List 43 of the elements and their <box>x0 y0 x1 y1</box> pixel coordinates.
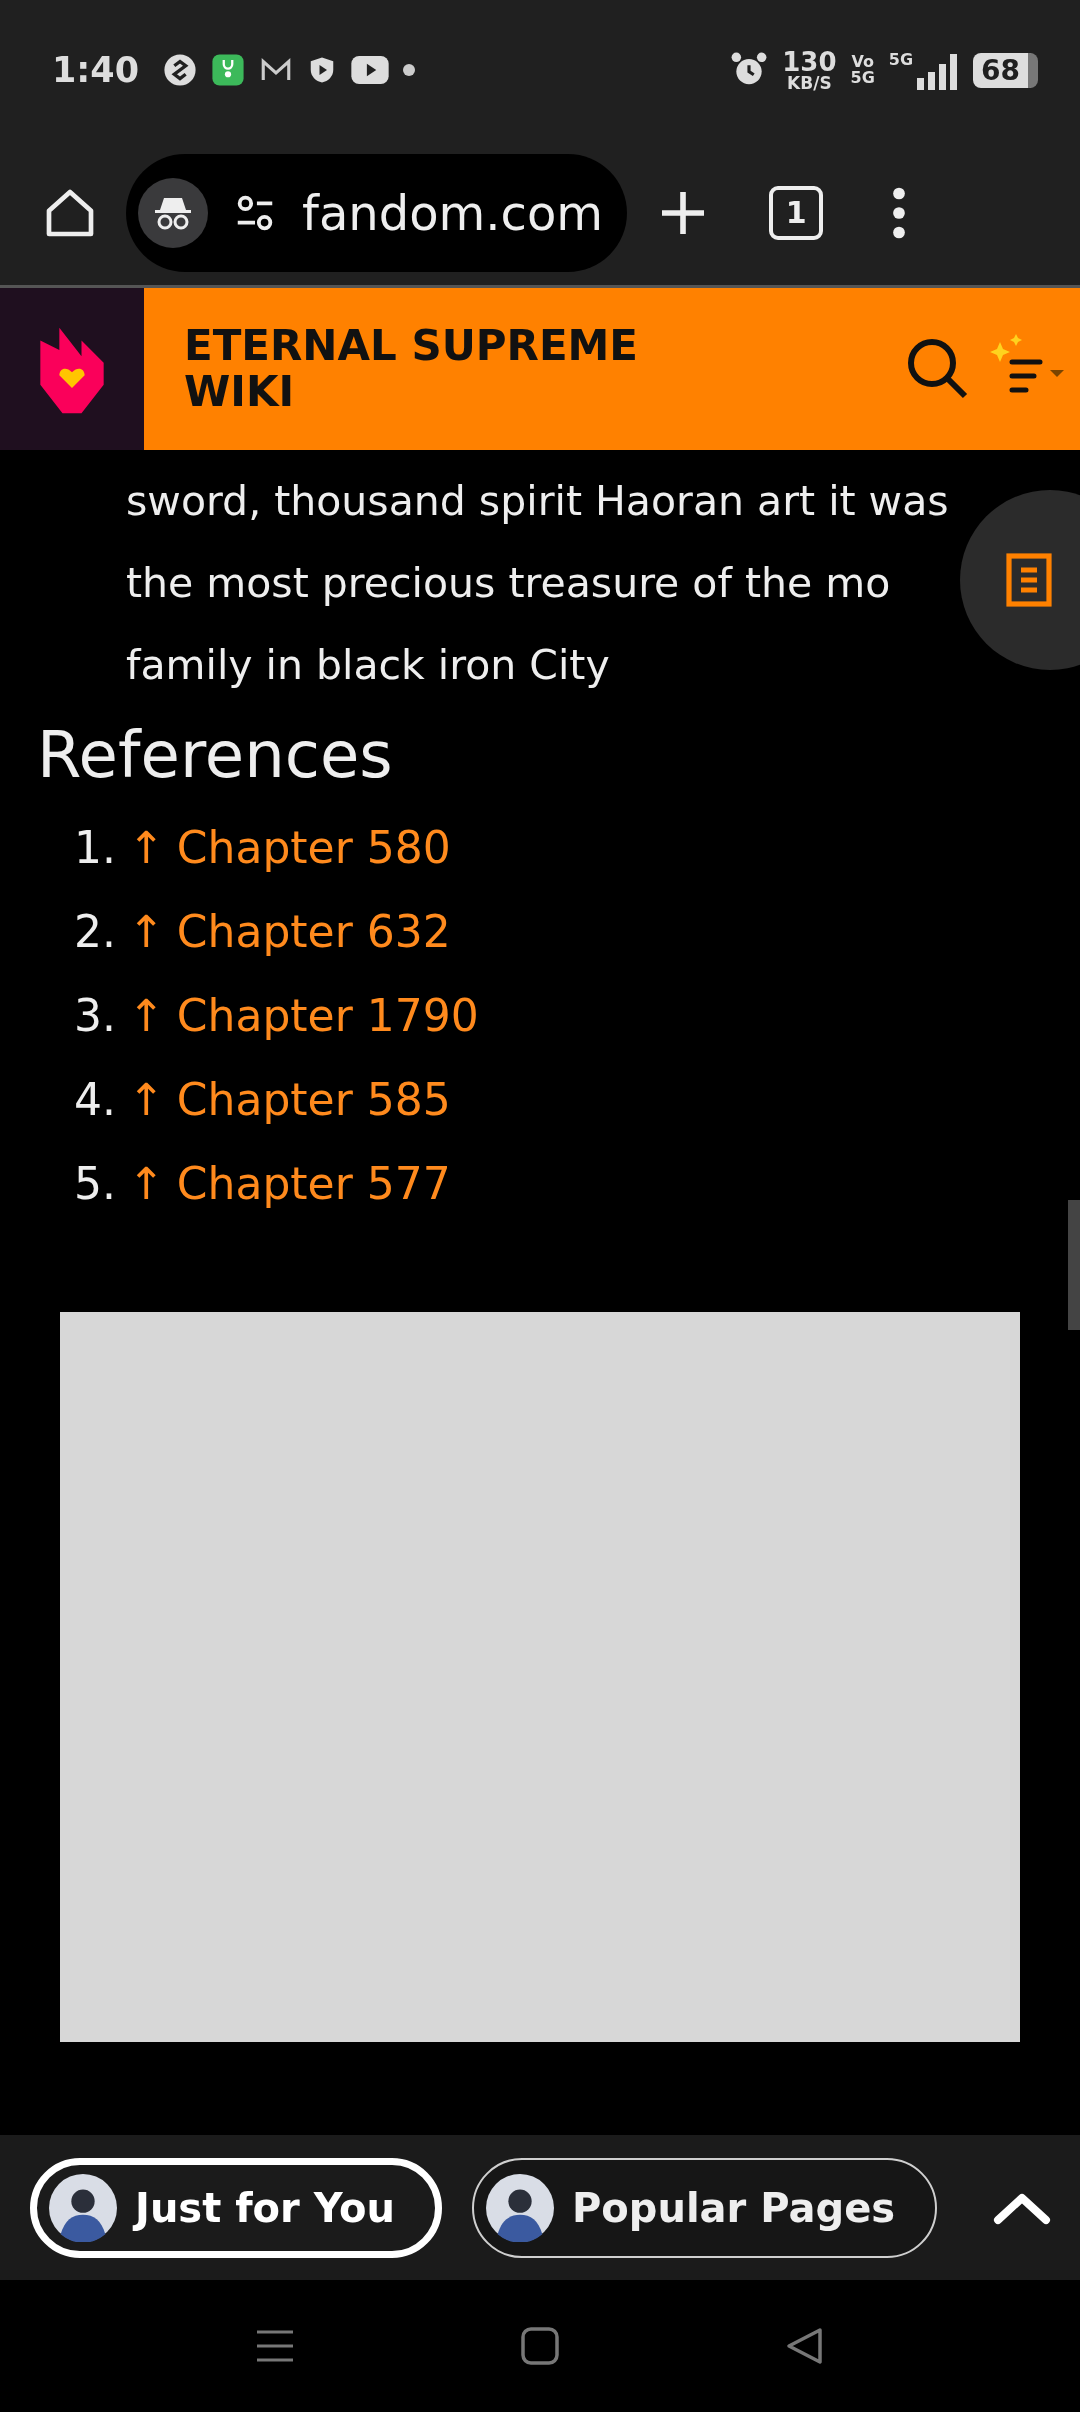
scrollbar-thumb[interactable] <box>1068 1200 1080 1330</box>
back-link[interactable]: ↑ <box>128 822 165 873</box>
back-link[interactable]: ↑ <box>128 990 165 1041</box>
paragraph-line: the most precious treasure of the mo <box>126 558 891 609</box>
paragraph-line: sword, thousand spirit Haoran art it was <box>126 476 949 527</box>
status-time: 1:40 <box>52 50 140 90</box>
recommendation-button[interactable]: Popular Pages <box>472 2157 938 2258</box>
url-text: fandom.com <box>302 184 604 241</box>
back-link[interactable]: ↑ <box>128 906 165 957</box>
battery-level: 68 <box>981 53 1020 87</box>
avatar-icon <box>49 2173 117 2242</box>
tab-switcher-button[interactable]: 1 <box>769 185 824 240</box>
more-icon[interactable] <box>891 186 908 239</box>
reference-link[interactable]: Chapter 580 <box>176 822 451 873</box>
shopping-bag-icon <box>211 53 246 87</box>
reference-number: 5. <box>74 1158 116 1209</box>
speed-value: 130 <box>782 48 837 75</box>
video-icon <box>351 56 390 84</box>
address-bar[interactable]: fandom.com <box>126 153 628 272</box>
reference-link[interactable]: Chapter 585 <box>176 1074 451 1125</box>
reference-number: 1. <box>74 822 116 873</box>
logo-panel[interactable] <box>0 288 144 450</box>
reference-link[interactable]: Chapter 577 <box>176 1158 451 1209</box>
paragraph-line: family in black iron City <box>126 640 610 691</box>
network-label: 5G <box>888 50 914 69</box>
back-link[interactable]: ↑ <box>128 1074 165 1125</box>
reference-link[interactable]: Chapter 1790 <box>176 990 479 1041</box>
reference-number: 2. <box>74 906 116 957</box>
back-link[interactable]: ↑ <box>128 1158 165 1209</box>
reference-number: 4. <box>74 1074 116 1125</box>
reference-number: 3. <box>74 990 116 1041</box>
back-icon[interactable] <box>785 2326 825 2366</box>
home-button-icon[interactable] <box>520 2326 560 2366</box>
reference-link[interactable]: Chapter 632 <box>176 906 451 957</box>
volte-label: 5G <box>850 70 875 86</box>
recommendation-button[interactable]: Just for You <box>30 2157 442 2258</box>
dot-icon <box>403 64 416 76</box>
incognito-icon <box>138 177 208 248</box>
references-heading: References <box>37 718 394 792</box>
avatar-icon <box>486 2173 554 2242</box>
speed-unit: KB/S <box>787 74 832 92</box>
volte-label: Vo <box>851 54 874 70</box>
toc-icon <box>1004 552 1054 608</box>
